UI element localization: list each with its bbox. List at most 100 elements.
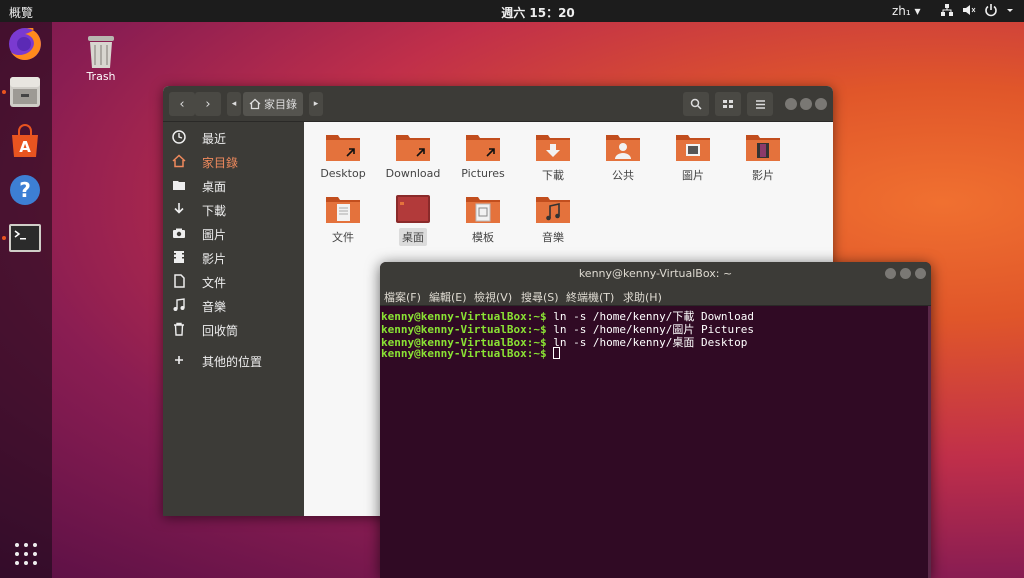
sidebar: 最近 家目錄 桌面 下載 圖片 影片 文件 音樂 回收筒 其他的位置 [163, 122, 304, 516]
menu-help[interactable]: 求助(H) [623, 289, 662, 305]
chevron-right-icon: › [205, 96, 211, 112]
folder-label: 桌面 [399, 228, 427, 246]
home-icon [249, 98, 261, 110]
close-button[interactable] [915, 268, 926, 279]
document-icon [174, 274, 185, 288]
sidebar-item-pictures[interactable]: 圖片 [163, 221, 304, 245]
music-note-icon [173, 298, 185, 311]
minimize-button[interactable] [785, 98, 797, 110]
sidebar-item-documents[interactable]: 文件 [163, 269, 304, 293]
sidebar-item-home[interactable]: 家目錄 [163, 149, 304, 173]
firefox-launcher[interactable] [7, 26, 43, 62]
show-applications-button[interactable] [14, 542, 38, 570]
folder-item[interactable]: Download [378, 132, 448, 181]
folder-link-icon [326, 135, 360, 161]
terminal-launcher[interactable] [7, 220, 43, 256]
sidebar-item-videos[interactable]: 影片 [163, 245, 304, 269]
camera-icon [173, 228, 185, 238]
folder-label: Download [385, 167, 441, 180]
folder-label: Desktop [320, 167, 366, 180]
folder-item[interactable]: 影片 [728, 132, 798, 184]
folder-item[interactable]: 文件 [308, 194, 378, 246]
folder-label: 公共 [612, 169, 634, 182]
power-icon [985, 4, 997, 17]
path-scroll-right[interactable]: ▸ [309, 92, 323, 116]
folder-item[interactable]: 音樂 [518, 194, 588, 246]
sidebar-item-label: 最近 [202, 132, 227, 146]
terminal-menubar: 檔案(F) 編輯(E) 檢視(V) 搜尋(S) 終端機(T) 求助(H) [380, 286, 931, 306]
folder-item[interactable]: 桌面 [378, 194, 448, 246]
sidebar-item-music[interactable]: 音樂 [163, 293, 304, 317]
folder-item[interactable]: 下載 [518, 132, 588, 184]
film-icon [174, 251, 184, 263]
clock-icon [172, 130, 186, 144]
desktop-trash[interactable]: Trash [80, 34, 122, 83]
sidebar-item-label: 音樂 [202, 300, 227, 314]
chevron-left-icon: ◂ [231, 99, 237, 109]
clock[interactable]: 週六 15：20 [0, 4, 1024, 21]
folder-public-icon [606, 135, 640, 161]
minimize-button[interactable] [885, 268, 896, 279]
menu-search[interactable]: 搜尋(S) [521, 289, 559, 305]
input-method-indicator[interactable]: zh₁ ▾ [892, 4, 921, 18]
folder-templates-icon [466, 197, 500, 223]
firefox-icon [9, 28, 41, 60]
maximize-button[interactable] [900, 268, 911, 279]
menu-terminal[interactable]: 終端機(T) [566, 289, 614, 305]
folder-label: Pictures [461, 167, 505, 180]
folder-item[interactable]: 公共 [588, 132, 658, 184]
view-toggle-button[interactable] [715, 92, 741, 116]
folder-label: 圖片 [682, 169, 704, 182]
menu-button[interactable] [747, 92, 773, 116]
sidebar-item-label: 桌面 [202, 180, 227, 194]
menu-edit[interactable]: 編輯(E) [429, 289, 467, 305]
terminal-window: kenny@kenny-VirtualBox: ~ 檔案(F) 編輯(E) 檢視… [380, 262, 931, 578]
help-launcher[interactable]: ? [7, 172, 43, 208]
grid-view-icon [722, 99, 733, 108]
system-menu[interactable] [940, 3, 1014, 17]
terminal-output[interactable]: kenny@kenny-VirtualBox:~$ ln -s /home/ke… [380, 306, 928, 578]
path-home-button[interactable]: 家目錄 [243, 92, 303, 116]
trash-label: Trash [86, 70, 116, 83]
sidebar-item-desktop[interactable]: 桌面 [163, 173, 304, 197]
files-launcher[interactable] [7, 74, 43, 110]
sidebar-item-recent[interactable]: 最近 [163, 125, 304, 149]
folder-item[interactable]: Pictures [448, 132, 518, 181]
file-manager-headerbar: ‹ › ◂ 家目錄 ▸ [163, 86, 833, 122]
path-scroll-left[interactable]: ◂ [227, 92, 241, 116]
trash-icon [174, 322, 184, 336]
folder-link-icon [466, 135, 500, 161]
sidebar-item-other-locations[interactable]: 其他的位置 [163, 348, 304, 372]
search-button[interactable] [683, 92, 709, 116]
maximize-button[interactable] [800, 98, 812, 110]
folder-label: 模板 [472, 231, 494, 244]
menu-file[interactable]: 檔案(F) [384, 289, 421, 305]
folder-music-icon [536, 197, 570, 223]
sidebar-item-label: 文件 [202, 276, 227, 290]
sidebar-item-downloads[interactable]: 下載 [163, 197, 304, 221]
sidebar-item-label: 影片 [202, 252, 227, 266]
text-cursor [553, 347, 561, 359]
close-button[interactable] [815, 98, 827, 110]
folder-item[interactable]: 圖片 [658, 132, 728, 184]
folder-download-icon [536, 135, 570, 161]
back-button[interactable]: ‹ [169, 92, 195, 116]
folder-pictures-icon [676, 135, 710, 161]
software-launcher[interactable]: A [7, 124, 43, 160]
forward-button[interactable]: › [195, 92, 221, 116]
folder-item[interactable]: Desktop [308, 132, 378, 181]
folder-item[interactable]: 模板 [448, 194, 518, 246]
chevron-left-icon: ‹ [179, 96, 185, 112]
folder-label: 下載 [542, 169, 564, 182]
home-icon [172, 154, 186, 168]
terminal-titlebar[interactable]: kenny@kenny-VirtualBox: ~ [380, 262, 931, 286]
path-label: 家目錄 [264, 98, 297, 111]
search-icon [690, 98, 702, 110]
terminal-scrollbar[interactable] [928, 306, 931, 578]
shell-prompt: kenny@kenny-VirtualBox:~$ [381, 347, 547, 360]
sidebar-item-label: 下載 [202, 204, 227, 218]
sidebar-item-trash[interactable]: 回收筒 [163, 317, 304, 341]
folder-label: 影片 [752, 169, 774, 182]
menu-view[interactable]: 檢視(V) [474, 289, 512, 305]
top-bar: 概覽 週六 15：20 zh₁ ▾ [0, 0, 1024, 22]
